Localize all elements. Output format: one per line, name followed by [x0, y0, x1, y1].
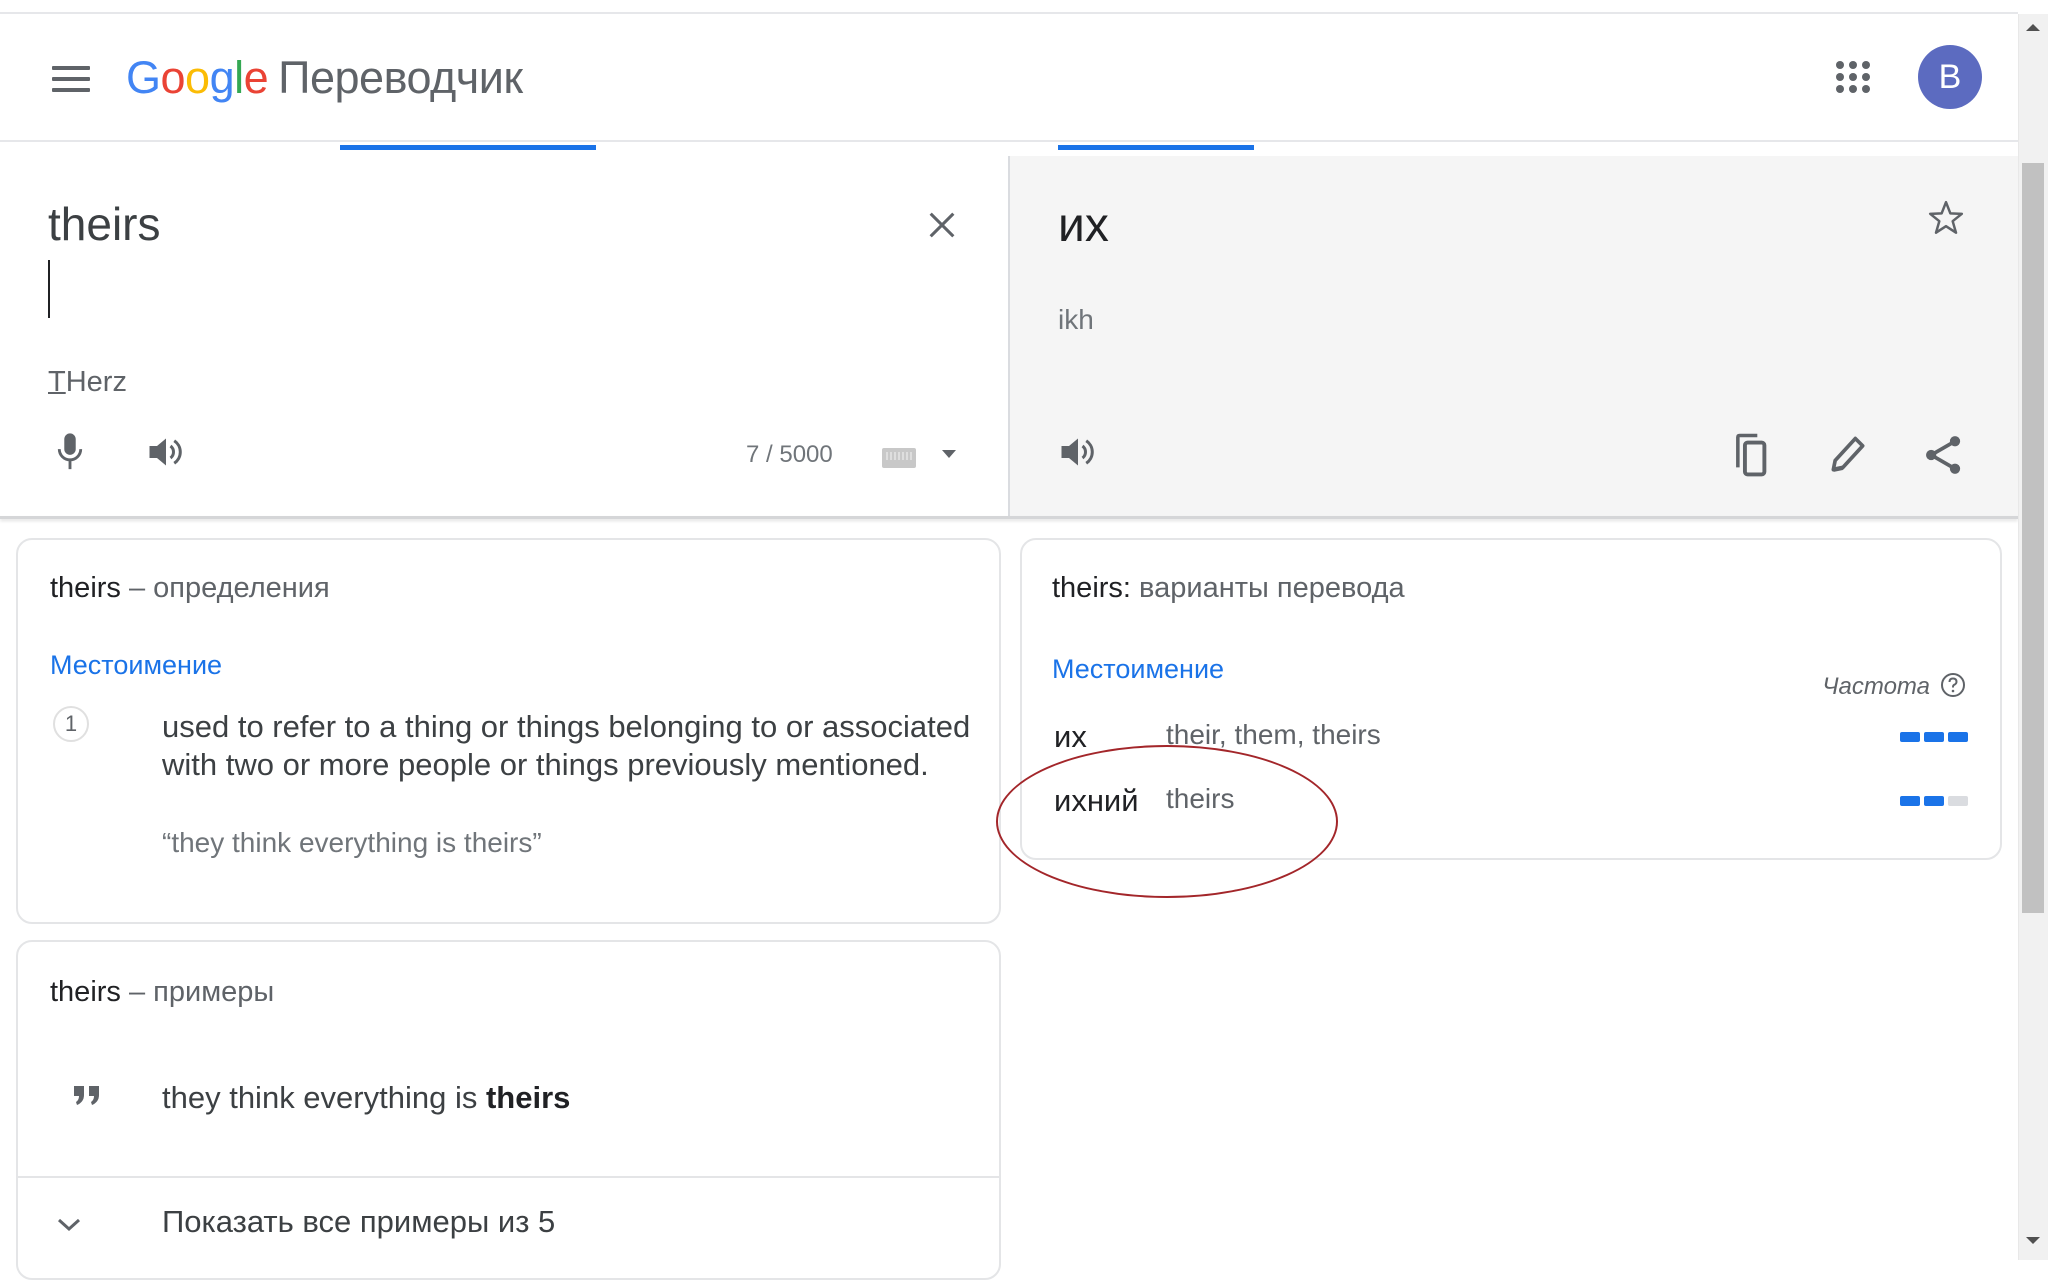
alternative-word[interactable]: их — [1054, 718, 1087, 756]
target-language-tab-indicator[interactable] — [1058, 145, 1254, 150]
frequency-indicator — [1900, 732, 1968, 742]
logo-letter: e — [243, 52, 269, 103]
microphone-icon[interactable] — [52, 432, 88, 472]
product-name: Переводчик — [278, 52, 523, 103]
frequency-segment — [1948, 796, 1968, 806]
speaker-icon[interactable] — [146, 434, 186, 470]
title-rest: варианты перевода — [1130, 572, 1405, 604]
definition-text: used to refer to a thing or things belon… — [162, 709, 971, 782]
examples-card: theirs – примеры they think everything i… — [16, 940, 1001, 1280]
part-of-speech: Местоимение — [1052, 654, 1225, 684]
share-icon[interactable] — [1922, 432, 1966, 478]
examples-title: theirs – примеры — [50, 974, 274, 1010]
source-language-tab-indicator[interactable] — [340, 145, 596, 150]
frequency-segment — [1900, 732, 1920, 742]
title-rest: – определения — [120, 572, 330, 604]
frequency-segment — [1924, 732, 1944, 742]
transliteration-rest: Herz — [65, 366, 127, 398]
definition-number: 1 — [53, 706, 89, 742]
title-word: theirs: — [1052, 572, 1131, 604]
back-translations[interactable]: theirs — [1166, 780, 1234, 818]
frequency-segment — [1924, 796, 1944, 806]
dropdown-arrow-icon[interactable] — [942, 450, 956, 458]
frequency-label: Частота — [1822, 673, 1930, 700]
character-count: 7 / 5000 — [746, 441, 833, 468]
alternatives-title: theirs: варианты перевода — [1052, 570, 1405, 606]
definitions-title: theirs – определения — [50, 570, 330, 606]
chevron-down-icon[interactable] — [56, 1216, 82, 1234]
translation-transliteration: ikh — [1058, 304, 1094, 335]
keyboard-icon[interactable] — [882, 448, 916, 468]
clear-icon[interactable] — [925, 208, 959, 242]
apps-grid-icon[interactable] — [1836, 61, 1872, 95]
hamburger-menu-icon[interactable] — [52, 66, 90, 92]
star-icon[interactable] — [1926, 198, 1966, 238]
frequency-segment — [1900, 796, 1920, 806]
help-icon[interactable] — [1940, 672, 1966, 698]
scroll-down-arrow-icon[interactable] — [2026, 1237, 2040, 1244]
source-text-input[interactable]: theirs — [48, 196, 160, 252]
text-cursor — [48, 260, 50, 318]
back-translations[interactable]: their, them, theirs — [1166, 716, 1381, 754]
title-word: theirs — [50, 572, 121, 604]
copy-icon[interactable] — [1730, 432, 1774, 478]
logo-letter: l — [234, 52, 244, 103]
show-all-examples-link[interactable]: Показать все примеры из 5 — [162, 1202, 555, 1242]
quote-icon — [74, 1086, 99, 1105]
translation-text: их — [1058, 199, 1109, 252]
translation-alternatives-card: theirs: варианты перевода Местоимение Ча… — [1020, 538, 2002, 860]
title-rest: – примеры — [120, 976, 275, 1008]
edit-icon[interactable] — [1826, 432, 1870, 478]
transliteration-stress: T — [48, 366, 66, 398]
speaker-icon[interactable] — [1058, 434, 1098, 470]
scroll-up-arrow-icon[interactable] — [2026, 24, 2040, 31]
logo-letter: o — [160, 52, 186, 103]
part-of-speech: Местоимение — [50, 650, 223, 680]
alternative-word[interactable]: ихний — [1054, 782, 1139, 820]
alternative-row[interactable]: их their, them, theirs — [1022, 714, 2000, 760]
definition-example: “they think everything is theirs” — [162, 827, 542, 858]
examples-divider — [18, 1176, 999, 1178]
example-text: they think everything is — [162, 1080, 486, 1115]
logo-letter: o — [185, 52, 210, 103]
account-avatar[interactable]: B — [1918, 45, 1982, 109]
alternative-row[interactable]: ихний theirs — [1022, 778, 2000, 824]
example-sentence: they think everything is theirs — [162, 1078, 570, 1118]
definitions-card: theirs – определения Местоимение 1 used … — [16, 538, 1001, 924]
logo-letter: g — [209, 52, 235, 103]
source-transliteration: THerz — [48, 364, 127, 400]
app-logo[interactable]: Google Переводчик — [126, 50, 523, 106]
logo-letter: G — [126, 52, 161, 103]
title-word: theirs — [50, 976, 121, 1008]
panel-bottom-border — [0, 516, 2018, 519]
scrollbar-thumb[interactable] — [2022, 163, 2044, 913]
frequency-indicator — [1900, 796, 1968, 806]
frequency-segment — [1948, 732, 1968, 742]
example-highlight: theirs — [485, 1080, 571, 1115]
